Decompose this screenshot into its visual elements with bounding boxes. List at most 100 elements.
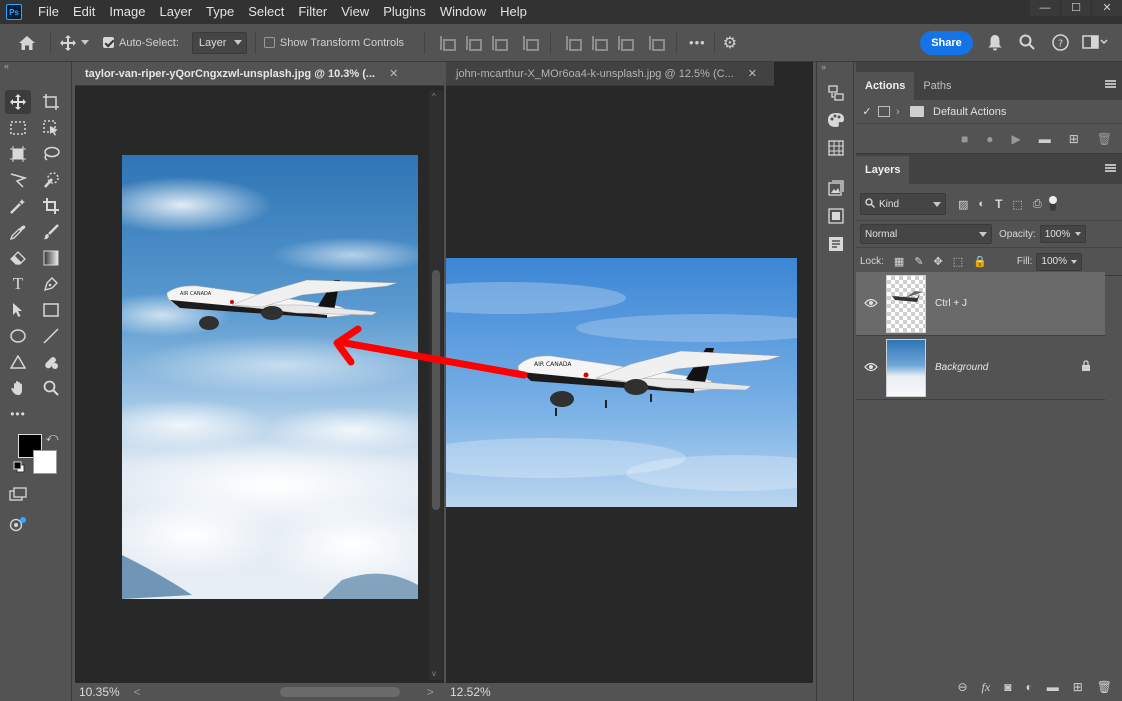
minimize-icon[interactable]: —: [1030, 0, 1060, 16]
panel-menu-icon[interactable]: [1105, 80, 1116, 88]
swap-colors-icon[interactable]: ⤺: [44, 429, 60, 445]
filter-smart-object-icon[interactable]: ⎙: [1033, 198, 1042, 211]
default-colors-icon[interactable]: [12, 460, 26, 474]
tab-actions[interactable]: Actions: [856, 72, 915, 100]
quick-mask-icon[interactable]: [5, 482, 31, 506]
brush-tool-icon[interactable]: [38, 220, 64, 244]
help-icon[interactable]: ?: [1051, 34, 1069, 52]
document-tab-2[interactable]: john-mcarthur-X_MOr6oa4-k-unsplash.jpg @…: [446, 62, 774, 86]
gradient-tool-icon[interactable]: [38, 246, 64, 270]
swatches-grid-icon[interactable]: [826, 140, 846, 160]
collapse-panel-icon[interactable]: »: [821, 62, 826, 72]
home-icon[interactable]: [18, 35, 36, 51]
color-palette-icon[interactable]: [826, 112, 846, 132]
record-icon[interactable]: ●: [986, 132, 993, 146]
fx-icon[interactable]: fx: [982, 680, 991, 695]
frame-tool-icon[interactable]: [5, 142, 31, 166]
polygonal-lasso-tool-icon[interactable]: [5, 168, 31, 192]
dialog-toggle-icon[interactable]: [878, 106, 890, 117]
layer-thumbnail[interactable]: [886, 274, 926, 333]
filter-adjustment-icon[interactable]: ◐: [978, 198, 985, 210]
new-set-folder-icon[interactable]: ▬: [1039, 132, 1051, 146]
menu-type[interactable]: Type: [199, 0, 241, 24]
search-icon[interactable]: [1018, 34, 1036, 52]
scroll-up-icon[interactable]: ^: [432, 92, 436, 101]
stop-icon[interactable]: ■: [961, 132, 968, 146]
bell-icon[interactable]: [986, 34, 1004, 52]
pen-tool-icon[interactable]: [38, 272, 64, 296]
adjustments-icon[interactable]: [826, 208, 846, 228]
quick-selection-tool-icon[interactable]: [38, 168, 64, 192]
zoom-level[interactable]: 12.52%: [450, 683, 491, 701]
close-icon[interactable]: ✕: [389, 67, 398, 80]
new-layer-icon[interactable]: ⊞: [1073, 680, 1083, 694]
filter-type-icon[interactable]: T: [995, 197, 1002, 211]
ellipse-tool-icon[interactable]: [5, 324, 31, 348]
document-window-2[interactable]: john-mcarthur-X_MOr6oa4-k-unsplash.jpg @…: [446, 62, 813, 701]
maximize-icon[interactable]: ☐: [1061, 0, 1091, 16]
filter-toggle-icon[interactable]: [1048, 196, 1057, 211]
filter-shape-icon[interactable]: ⬚: [1012, 198, 1022, 211]
screen-mode-icon[interactable]: [5, 512, 31, 536]
crop-tool-icon[interactable]: [38, 194, 64, 218]
path-selection-tool-icon[interactable]: [5, 298, 31, 322]
adjustment-layer-icon[interactable]: ◐: [1025, 680, 1032, 694]
lock-artboard-icon[interactable]: ⬚: [953, 255, 963, 268]
menu-select[interactable]: Select: [241, 0, 291, 24]
move-tool-icon[interactable]: [5, 90, 31, 114]
eye-icon[interactable]: [856, 297, 886, 311]
lock-position-icon[interactable]: ✥: [934, 255, 943, 268]
menu-filter[interactable]: Filter: [291, 0, 334, 24]
triangle-tool-icon[interactable]: [5, 350, 31, 374]
close-icon[interactable]: ✕: [748, 67, 757, 80]
move-tool-preset-icon[interactable]: [59, 34, 89, 52]
menu-window[interactable]: Window: [433, 0, 493, 24]
rectangle-tool-icon[interactable]: [38, 298, 64, 322]
auto-select-target-dropdown[interactable]: Layer: [191, 31, 247, 54]
filter-pixel-icon[interactable]: ▨: [958, 198, 968, 211]
scroll-down-icon[interactable]: v: [432, 669, 436, 678]
libraries-icon[interactable]: [826, 180, 846, 200]
align-horizontal-center-icon[interactable]: [464, 35, 483, 51]
eraser-tool-icon[interactable]: [5, 246, 31, 270]
checkmark-icon[interactable]: ✓: [856, 105, 878, 118]
menu-file[interactable]: File: [31, 0, 66, 24]
blend-mode-dropdown[interactable]: Normal: [860, 224, 992, 244]
vertical-scrollbar-thumb[interactable]: [432, 270, 440, 510]
layer-row-background[interactable]: Background: [856, 336, 1105, 400]
tab-layers[interactable]: Layers: [856, 156, 910, 184]
horizontal-scrollbar[interactable]: [147, 683, 427, 701]
eyedropper-tool-icon[interactable]: [5, 220, 31, 244]
show-transform-controls-checkbox[interactable]: Show Transform Controls: [263, 37, 404, 49]
horizontal-scrollbar-thumb[interactable]: [279, 687, 400, 697]
canvas-image-airplane[interactable]: AIR CANADA: [446, 258, 797, 507]
align-bottom-icon[interactable]: [616, 35, 635, 51]
background-color-swatch[interactable]: [33, 450, 57, 474]
distribute-vertical-icon[interactable]: [521, 35, 540, 51]
menu-layer[interactable]: Layer: [153, 0, 200, 24]
opacity-field[interactable]: 100%: [1039, 225, 1086, 243]
menu-plugins[interactable]: Plugins: [376, 0, 433, 24]
new-group-folder-icon[interactable]: ▬: [1047, 680, 1059, 694]
custom-shape-tool-icon[interactable]: [38, 350, 64, 374]
layer-name[interactable]: Ctrl + J: [935, 298, 967, 309]
magic-wand-tool-icon[interactable]: [5, 194, 31, 218]
edit-toolbar-more-icon[interactable]: •••: [5, 402, 31, 426]
object-selection-tool-icon[interactable]: [38, 116, 64, 140]
link-layers-icon[interactable]: ⊖: [957, 680, 967, 694]
fill-field[interactable]: 100%: [1036, 252, 1083, 271]
canvas-image-sky-clouds[interactable]: AIR CANADA: [122, 155, 418, 599]
align-right-icon[interactable]: [490, 35, 509, 51]
document-window-1[interactable]: taylor-van-riper-yQorCngxzwl-unsplash.jp…: [75, 62, 444, 701]
type-tool-icon[interactable]: T: [5, 272, 31, 296]
panel-menu-icon[interactable]: [1105, 164, 1116, 172]
lock-transparent-pixels-icon[interactable]: ▦: [894, 255, 904, 268]
artboard-tool-icon[interactable]: [38, 90, 64, 114]
menu-help[interactable]: Help: [493, 0, 534, 24]
menu-image[interactable]: Image: [102, 0, 152, 24]
properties-icon[interactable]: [826, 236, 846, 256]
history-icon[interactable]: [826, 84, 846, 104]
gear-icon[interactable]: ⚙: [723, 33, 737, 53]
zoom-tool-icon[interactable]: [38, 376, 64, 400]
auto-select-checkbox[interactable]: Auto-Select:: [103, 37, 179, 49]
